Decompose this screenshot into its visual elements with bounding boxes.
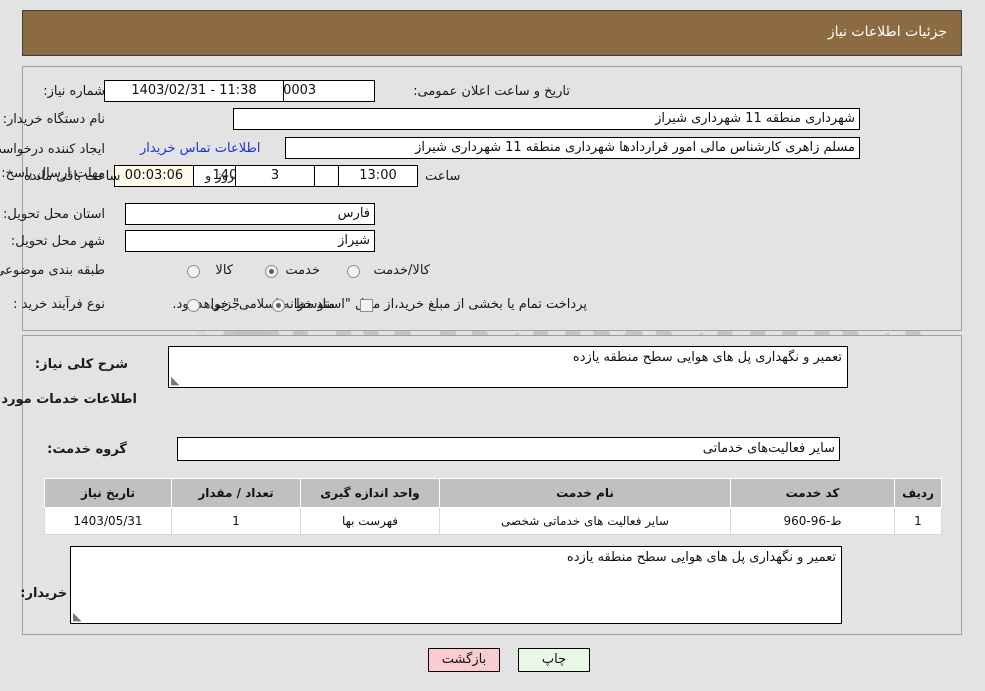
col-row: ردیف [894,478,942,508]
general-description-value: تعمیر و نگهداری پل های هوایی سطح منطقه ی… [572,350,842,365]
radio-category-khedmat[interactable] [265,265,278,278]
buyer-notes-value: تعمیر و نگهداری پل های هوایی سطح منطقه ی… [566,550,836,565]
buyer-contact-link[interactable]: اطلاعات تماس خریدار [140,141,260,156]
announce-datetime-value: 11:38 - 1403/02/31 [131,83,257,98]
category-label: طبقه بندی موضوعی: [0,263,105,278]
creator-value: مسلم زاهری کارشناس مالی امور قراردادها ش… [415,140,855,155]
col-unit: واحد اندازه گیری [300,478,440,508]
buyer-org-label: نام دستگاه خریدار: [2,112,105,127]
radio-category-kala-khedmat[interactable] [347,265,360,278]
remaining-clock-value: 00:03:06 [124,168,184,183]
remaining-days-field: 3 [235,165,315,187]
creator-field: مسلم زاهری کارشناس مالی امور قراردادها ش… [285,137,860,159]
city-field: شیراز [125,230,375,252]
remaining-clock-field: 00:03:06 [114,165,194,187]
col-quantity: تعداد / مقدار [171,478,301,508]
page-header: جزئیات اطلاعات نیاز [22,10,962,56]
service-group-value: سایر فعالیت‌های خدماتی [702,441,835,456]
need-info-panel [22,66,962,331]
remaining-days-value: 3 [270,168,280,183]
services-heading: اطلاعات خدمات مورد نیاز [0,392,137,407]
service-group-label: گروه خدمت: [47,442,127,457]
radio-process-motevaset[interactable] [272,299,285,312]
radio-process-jozii[interactable] [187,299,200,312]
cell-quantity: 1 [171,507,301,535]
cell-unit: فهرست بها [300,507,440,535]
creator-label: ایجاد کننده درخواست: [0,142,105,157]
table-header-row: ردیف کد خدمت نام خدمت واحد اندازه گیری ت… [44,478,942,508]
services-table: ردیف کد خدمت نام خدمت واحد اندازه گیری ت… [44,478,942,535]
need-details-page: AriaTender.net جزئیات اطلاعات نیاز شماره… [0,0,985,691]
col-name: نام خدمت [439,478,731,508]
province-field: فارس [125,203,375,225]
table-row: 1 ط-96-960 سایر فعالیت های خدماتی شخصی ف… [44,507,942,535]
process-label: نوع فرآیند خرید : [13,297,105,312]
back-button[interactable]: بازگشت [428,648,500,672]
col-code: کد خدمت [730,478,895,508]
treasury-checkbox[interactable] [360,299,373,312]
radio-category-kala-khedmat-label[interactable]: کالا/خدمت [373,263,430,278]
buyer-notes-textarea[interactable]: تعمیر و نگهداری پل های هوایی سطح منطقه ی… [70,546,842,624]
col-need-date: تاریخ نیاز [44,478,172,508]
remaining-suffix-label: ساعت باقی مانده [24,169,121,184]
deadline-time-value: 13:00 [359,168,397,183]
remaining-days-unit-label: روز و [205,169,235,184]
cell-name: سایر فعالیت های خدماتی شخصی [439,507,731,535]
service-group-field: سایر فعالیت‌های خدماتی [177,437,840,461]
deadline-time-field: 13:00 [338,165,418,187]
page-title: جزئیات اطلاعات نیاز [827,24,947,40]
cell-code: ط-96-960 [730,507,895,535]
cell-row: 1 [894,507,942,535]
province-value: فارس [337,206,370,221]
print-button[interactable]: چاپ [518,648,590,672]
radio-category-khedmat-label[interactable]: خدمت [285,263,320,278]
general-description-label: شرح کلی نیاز: [34,357,128,372]
resize-grip-icon[interactable]: ◢ [171,374,181,387]
treasury-checkbox-label[interactable]: پرداخت تمام یا بخشی از مبلغ خرید،از محل … [172,297,587,312]
need-number-label: شماره نیاز: [43,84,105,99]
general-description-textarea[interactable]: تعمیر و نگهداری پل های هوایی سطح منطقه ی… [168,346,848,388]
city-label: شهر محل تحویل: [10,234,105,249]
resize-grip-icon-2[interactable]: ◢ [73,610,83,623]
announce-datetime-field: 11:38 - 1403/02/31 [104,80,284,102]
province-label: استان محل تحویل: [3,207,105,222]
cell-need-date: 1403/05/31 [44,507,172,535]
radio-category-kala-label[interactable]: کالا [215,263,233,278]
radio-category-kala[interactable] [187,265,200,278]
buyer-org-value: شهرداری منطقه 11 شهرداری شیراز [655,111,855,126]
city-value: شیراز [338,233,370,248]
deadline-time-label: ساعت [425,169,461,184]
announce-datetime-label: تاریخ و ساعت اعلان عمومی: [413,84,570,99]
buyer-org-field: شهرداری منطقه 11 شهرداری شیراز [233,108,860,130]
